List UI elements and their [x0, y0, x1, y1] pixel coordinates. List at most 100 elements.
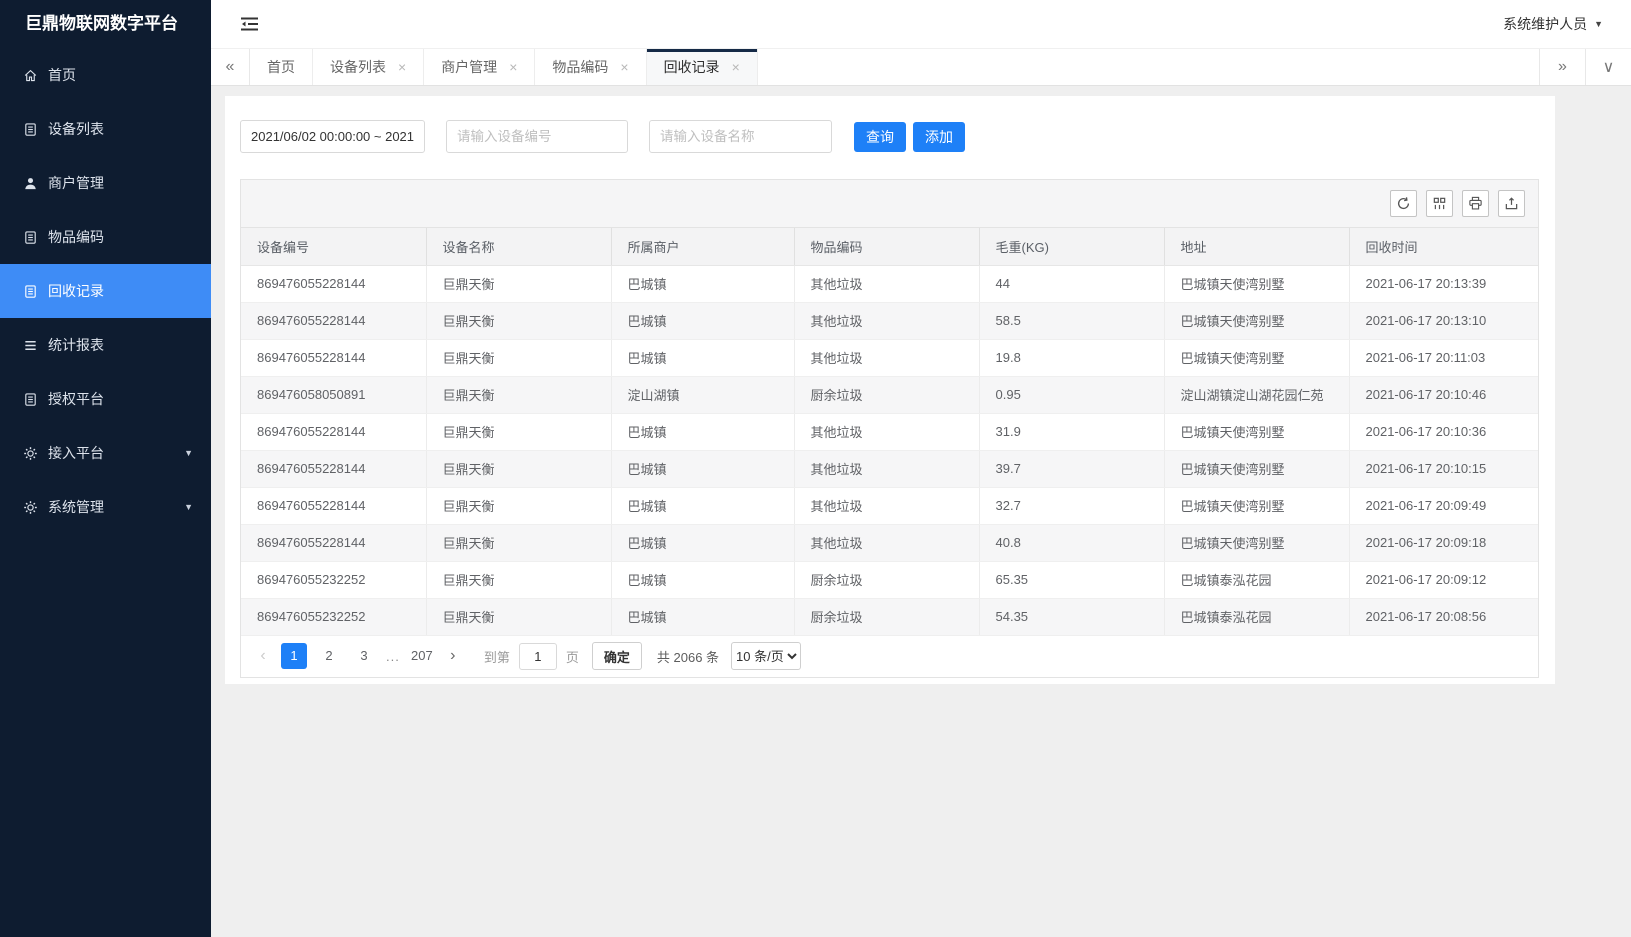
query-button[interactable]: 查询	[854, 122, 906, 152]
table-cell: 巴城镇	[611, 450, 794, 487]
sidebar-item-device-list[interactable]: 设备列表	[0, 102, 211, 156]
collapse-sidebar-button[interactable]	[240, 16, 259, 32]
main-area: 系统维护人员 ▼ « 首页设备列表×商户管理×物品编码×回收记录× » ∨ 查询…	[211, 0, 1631, 937]
table-cell: 巴城镇	[611, 561, 794, 598]
tab-item-code[interactable]: 物品编码×	[535, 49, 646, 85]
page-button-1[interactable]: 1	[281, 643, 307, 669]
sidebar: 巨鼎物联网数字平台 首页设备列表商户管理物品编码回收记录统计报表授权平台接入平台…	[0, 0, 211, 937]
column-header: 物品编码	[794, 228, 979, 265]
sidebar-item-label: 物品编码	[48, 227, 104, 247]
export-button[interactable]	[1498, 190, 1525, 217]
close-icon[interactable]: ×	[620, 60, 628, 74]
table-cell: 巴城镇泰泓花园	[1164, 598, 1349, 635]
columns-button[interactable]	[1426, 190, 1453, 217]
tabbar-spacer	[758, 49, 1539, 85]
table-cell: 2021-06-17 20:10:46	[1349, 376, 1538, 413]
export-icon	[1504, 196, 1519, 211]
menu-icon	[22, 337, 38, 353]
table-cell: 巨鼎天衡	[426, 302, 611, 339]
sidebar-item-access-platform[interactable]: 接入平台▼	[0, 426, 211, 480]
table-cell: 2021-06-17 20:10:15	[1349, 450, 1538, 487]
page-button-2[interactable]: 2	[316, 643, 342, 669]
table-cell: 其他垃圾	[794, 413, 979, 450]
caret-down-icon: ▼	[184, 502, 193, 512]
table-cell: 40.8	[979, 524, 1164, 561]
sidebar-item-home[interactable]: 首页	[0, 48, 211, 102]
doc-icon	[22, 229, 38, 245]
tab-device-list[interactable]: 设备列表 ×	[313, 49, 424, 85]
tabs-scroll-left-button[interactable]: «	[211, 49, 250, 85]
table-cell: 869476055228144	[241, 302, 426, 339]
device-name-input[interactable]	[649, 120, 832, 153]
table-row: 869476055228144巨鼎天衡巴城镇其他垃圾39.7巴城镇天使湾别墅20…	[241, 450, 1538, 487]
table-cell: 54.35	[979, 598, 1164, 635]
device-code-input[interactable]	[446, 120, 628, 153]
table-block: 设备编号设备名称所属商户物品编码毛重(KG)地址回收时间 86947605522…	[240, 179, 1539, 678]
records-table: 设备编号设备名称所属商户物品编码毛重(KG)地址回收时间 86947605522…	[241, 228, 1538, 636]
next-page-button[interactable]: ›	[444, 647, 462, 665]
table-cell: 巴城镇	[611, 265, 794, 302]
refresh-button[interactable]	[1390, 190, 1417, 217]
app-title: 巨鼎物联网数字平台	[0, 0, 211, 48]
page-content: 查询 添加	[211, 86, 1631, 937]
sidebar-item-label: 系统管理	[48, 497, 104, 517]
tab-home[interactable]: 首页	[250, 49, 313, 85]
sidebar-item-authorization-platform[interactable]: 授权平台	[0, 372, 211, 426]
user-menu[interactable]: 系统维护人员 ▼	[1503, 14, 1603, 34]
add-button[interactable]: 添加	[913, 122, 965, 152]
sidebar-item-label: 授权平台	[48, 389, 104, 409]
previous-page-button[interactable]: ‹	[254, 647, 272, 665]
sidebar-item-item-code[interactable]: 物品编码	[0, 210, 211, 264]
table-cell: 巴城镇天使湾别墅	[1164, 450, 1349, 487]
close-icon[interactable]: ×	[509, 60, 517, 74]
table-cell: 巴城镇天使湾别墅	[1164, 487, 1349, 524]
table-cell: 巨鼎天衡	[426, 413, 611, 450]
print-icon	[1468, 196, 1483, 211]
column-header: 设备编号	[241, 228, 426, 265]
sidebar-item-label: 设备列表	[48, 119, 104, 139]
chevrons-right-icon: »	[1558, 58, 1567, 76]
column-header: 地址	[1164, 228, 1349, 265]
column-header: 回收时间	[1349, 228, 1538, 265]
table-cell: 巴城镇	[611, 302, 794, 339]
table-cell: 厨余垃圾	[794, 598, 979, 635]
sidebar-item-recycle-records[interactable]: 回收记录	[0, 264, 211, 318]
table-cell: 巨鼎天衡	[426, 265, 611, 302]
table-cell: 869476055228144	[241, 265, 426, 302]
table-cell: 巴城镇	[611, 524, 794, 561]
page-button-3[interactable]: 3	[351, 643, 377, 669]
doc-icon	[22, 283, 38, 299]
tab-merchant-management[interactable]: 商户管理 ×	[424, 49, 535, 85]
print-button[interactable]	[1462, 190, 1489, 217]
tabs-scroll-right-button[interactable]: »	[1539, 49, 1585, 85]
table-cell: 其他垃圾	[794, 524, 979, 561]
table-cell: 2021-06-17 20:09:12	[1349, 561, 1538, 598]
table-cell: 巨鼎天衡	[426, 524, 611, 561]
table-cell: 其他垃圾	[794, 339, 979, 376]
table-cell: 其他垃圾	[794, 487, 979, 524]
page-size-select[interactable]: 10 条/页	[731, 642, 801, 670]
table-row: 869476055228144巨鼎天衡巴城镇其他垃圾58.5巴城镇天使湾别墅20…	[241, 302, 1538, 339]
sidebar-item-system-management[interactable]: 系统管理 ▼	[0, 480, 211, 534]
date-range-input[interactable]	[240, 120, 425, 153]
caret-down-icon: ▼	[1594, 19, 1603, 29]
table-cell: 32.7	[979, 487, 1164, 524]
table-cell: 巴城镇天使湾别墅	[1164, 302, 1349, 339]
tab-recycle-records[interactable]: 回收记录×	[647, 49, 758, 85]
sidebar-item-merchant-management[interactable]: 商户管理	[0, 156, 211, 210]
table-cell: 869476055228144	[241, 450, 426, 487]
page-button-207[interactable]: 207	[409, 643, 435, 669]
tabs-menu-button[interactable]: ∨	[1585, 49, 1631, 85]
close-icon[interactable]: ×	[398, 60, 406, 74]
tab-label: 商户管理	[441, 57, 497, 77]
page-ellipsis: ...	[386, 649, 400, 664]
table-cell: 其他垃圾	[794, 265, 979, 302]
filter-buttons: 查询 添加	[854, 122, 965, 152]
close-icon[interactable]: ×	[732, 60, 740, 74]
goto-page-input[interactable]	[519, 643, 557, 670]
sidebar-item-statistics-report[interactable]: 统计报表	[0, 318, 211, 372]
confirm-page-button[interactable]: 确定	[592, 642, 642, 670]
tab-label: 设备列表	[330, 57, 386, 77]
table-cell: 巨鼎天衡	[426, 487, 611, 524]
tab-bar: « 首页设备列表×商户管理×物品编码×回收记录× » ∨	[211, 48, 1631, 86]
